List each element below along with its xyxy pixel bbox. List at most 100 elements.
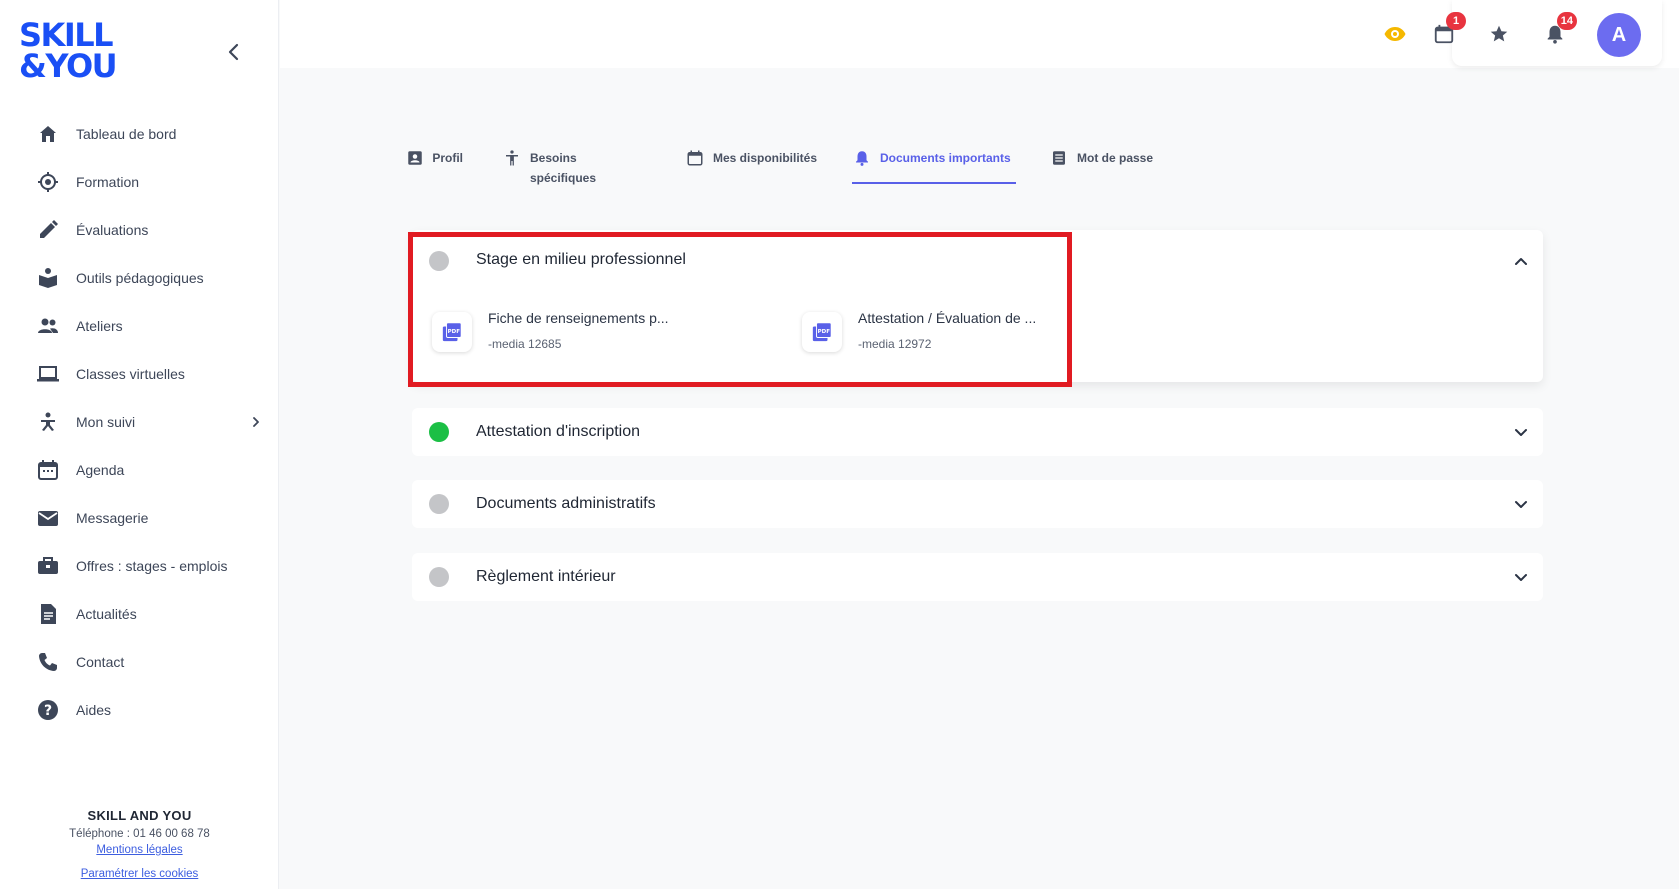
section-header[interactable]: Attestation d'inscription xyxy=(412,408,1543,456)
section-title: Attestation d'inscription xyxy=(476,423,641,440)
target-icon xyxy=(36,170,60,194)
sidebar-item-label: Formation xyxy=(76,174,140,190)
sidebar-item-label: Messagerie xyxy=(76,510,149,526)
sidebar-item-label: Tableau de bord xyxy=(76,126,177,142)
calendar-icon xyxy=(685,148,705,168)
sidebar-item-ateliers[interactable]: Ateliers xyxy=(36,302,266,350)
chevron-down-icon[interactable] xyxy=(1511,567,1531,587)
news-icon xyxy=(36,602,60,626)
sidebar-item-label: Ateliers xyxy=(76,318,123,334)
user-avatar[interactable]: A xyxy=(1597,13,1641,57)
sidebar-item-label: Classes virtuelles xyxy=(76,366,185,382)
sidebar-item-mon-suivi[interactable]: Mon suivi xyxy=(36,398,266,446)
chevron-down-icon[interactable] xyxy=(1511,494,1531,514)
pdf-icon: PDF xyxy=(802,312,842,352)
tab-label: Documents importants xyxy=(880,151,1011,165)
tab-besoins-specifiques[interactable]: Besoins spécifiques xyxy=(502,148,646,185)
sidebar-item-label: Aides xyxy=(76,702,112,718)
sidebar-item-aides[interactable]: ? Aides xyxy=(36,686,266,734)
calendar-button[interactable]: 1 xyxy=(1432,12,1466,46)
tab-label: Mot de passe xyxy=(1077,151,1154,165)
calendar-icon xyxy=(36,458,60,482)
section-header[interactable]: Stage en milieu professionnel xyxy=(412,230,1543,278)
help-icon: ? xyxy=(36,698,60,722)
calendar-badge: 1 xyxy=(1446,12,1466,30)
notifications-button[interactable]: 14 xyxy=(1543,12,1577,46)
section-title: Documents administratifs xyxy=(476,495,656,512)
chevron-right-icon xyxy=(253,417,259,427)
cookies-settings-link[interactable]: Paramétrer les cookies xyxy=(0,868,279,880)
section-header[interactable]: Règlement intérieur xyxy=(412,553,1543,601)
sidebar-nav: Tableau de bord Formation Évaluations Ou… xyxy=(36,110,266,734)
sidebar-item-label: Contact xyxy=(76,654,125,670)
sidebar-item-label: Outils pédagogiques xyxy=(76,270,204,286)
sidebar: SKILL &YOU Tableau de bord Formation Éva… xyxy=(0,0,279,889)
star-icon xyxy=(1490,25,1508,42)
section-title: Stage en milieu professionnel xyxy=(476,251,686,268)
sidebar-item-label: Actualités xyxy=(76,606,137,622)
chevron-up-icon[interactable] xyxy=(1511,251,1531,271)
document-item[interactable]: PDF Fiche de renseignements p... -media … xyxy=(432,310,772,358)
document-item[interactable]: PDF Attestation / Évaluation de ... -med… xyxy=(802,310,1082,358)
notifications-badge: 14 xyxy=(1556,12,1577,30)
sidebar-item-label: Évaluations xyxy=(76,222,149,238)
svg-text:PDF: PDF xyxy=(818,329,831,335)
sidebar-item-outils-pedagogiques[interactable]: Outils pédagogiques xyxy=(36,254,266,302)
document-icon xyxy=(1049,148,1069,168)
tab-profil[interactable]: Profil xyxy=(405,148,463,184)
mail-icon xyxy=(36,506,60,530)
sidebar-item-classes-virtuelles[interactable]: Classes virtuelles xyxy=(36,350,266,398)
bell-icon xyxy=(852,148,872,168)
home-icon xyxy=(36,122,60,146)
company-phone: Téléphone : 01 46 00 68 78 xyxy=(69,828,210,840)
phone-icon xyxy=(36,650,60,674)
sidebar-item-formation[interactable]: Formation xyxy=(36,158,266,206)
collapse-sidebar-button[interactable] xyxy=(222,40,246,64)
section-documents-administratifs: Documents administratifs xyxy=(412,480,1543,528)
pdf-icon: PDF xyxy=(432,312,472,352)
accessibility-icon xyxy=(502,148,522,168)
chevron-left-icon xyxy=(228,43,239,61)
sidebar-item-label: Offres : stages - emplois xyxy=(76,558,228,574)
favorites-button[interactable] xyxy=(1487,22,1511,46)
chevron-down-icon[interactable] xyxy=(1511,422,1531,442)
tab-label: Mes disponibilités xyxy=(713,151,818,165)
section-attestation-inscription: Attestation d'inscription xyxy=(412,408,1543,456)
sidebar-item-label: Agenda xyxy=(76,462,125,478)
sidebar-item-actualites[interactable]: Actualités xyxy=(36,590,266,638)
tab-documents-importants[interactable]: Documents importants xyxy=(852,148,1016,184)
section-reglement-interieur: Règlement intérieur xyxy=(412,553,1543,601)
section-stage-milieu-professionnel: Stage en milieu professionnel PDF Fiche … xyxy=(412,230,1543,382)
status-indicator xyxy=(429,567,449,587)
tab-mot-de-passe[interactable]: Mot de passe xyxy=(1049,148,1159,184)
preview-button[interactable] xyxy=(1383,22,1407,46)
sidebar-item-offres[interactable]: Offres : stages - emplois xyxy=(36,542,266,590)
sidebar-item-messagerie[interactable]: Messagerie xyxy=(36,494,266,542)
top-header xyxy=(280,0,1679,68)
tab-label: Besoins spécifiques xyxy=(530,151,597,185)
legal-link[interactable]: Mentions légales xyxy=(0,844,279,856)
sidebar-item-label: Mon suivi xyxy=(76,414,136,430)
brand-logo[interactable]: SKILL &YOU xyxy=(19,19,118,85)
laptop-icon xyxy=(36,362,60,386)
company-name: SKILL AND YOU xyxy=(87,808,192,823)
sidebar-item-contact[interactable]: Contact xyxy=(36,638,266,686)
tab-label: Profil xyxy=(432,151,463,165)
briefcase-icon xyxy=(36,554,60,578)
pencil-icon xyxy=(36,218,60,242)
document-name: Attestation / Évaluation de ... xyxy=(858,310,1037,326)
tab-mes-disponibilites[interactable]: Mes disponibilités xyxy=(685,148,818,184)
person-icon xyxy=(36,410,60,434)
section-header[interactable]: Documents administratifs xyxy=(412,480,1543,528)
status-indicator xyxy=(429,494,449,514)
document-name: Fiche de renseignements p... xyxy=(488,310,669,326)
sidebar-item-tableau-de-bord[interactable]: Tableau de bord xyxy=(36,110,266,158)
group-icon xyxy=(36,314,60,338)
svg-text:PDF: PDF xyxy=(448,329,461,335)
brand-logo-line2: &YOU xyxy=(19,47,118,85)
svg-text:?: ? xyxy=(44,703,52,719)
sidebar-footer: SKILL AND YOU Téléphone : 01 46 00 68 78… xyxy=(0,808,279,880)
document-meta: -media 12685 xyxy=(488,337,562,351)
sidebar-item-agenda[interactable]: Agenda xyxy=(36,446,266,494)
sidebar-item-evaluations[interactable]: Évaluations xyxy=(36,206,266,254)
